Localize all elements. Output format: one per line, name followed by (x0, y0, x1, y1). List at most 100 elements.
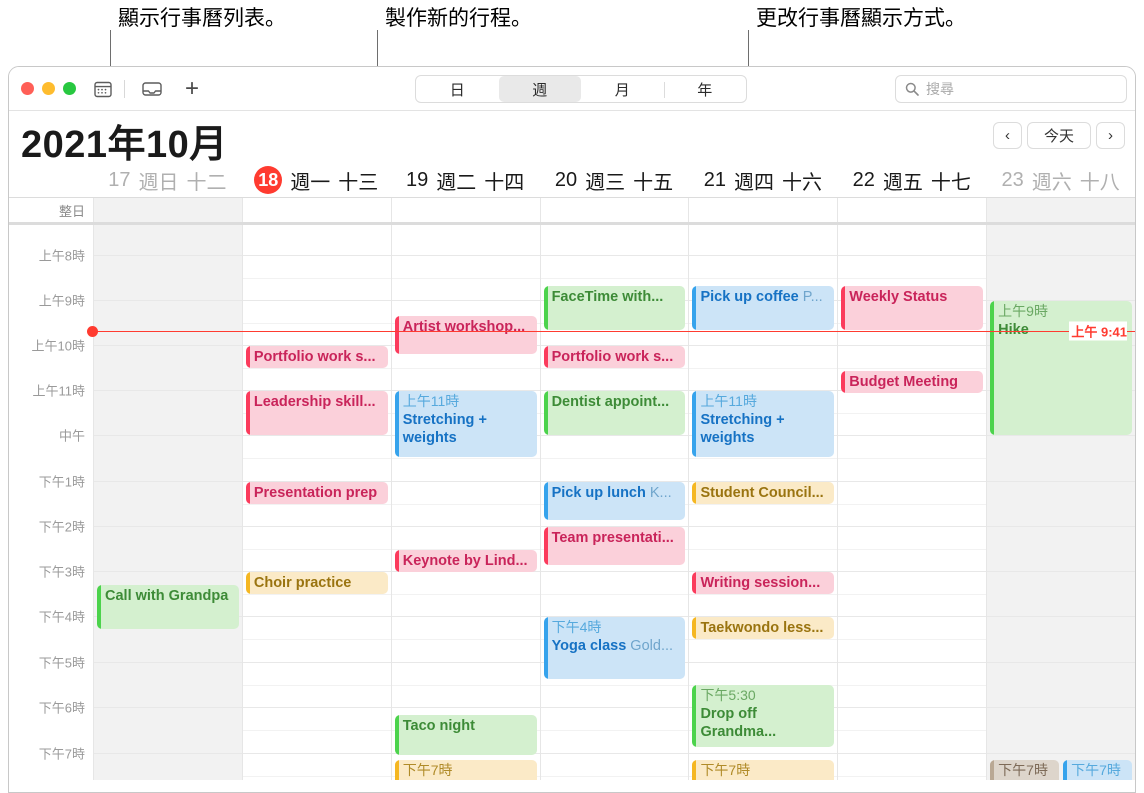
calendar-event[interactable]: 下午5:30 Drop off Grandma... (692, 685, 835, 747)
search-input[interactable] (926, 81, 1106, 97)
half-hour-gridline (987, 638, 1135, 640)
month-header: 2021年10月 ‹ 今天 › (9, 111, 1135, 166)
day-header-23[interactable]: 23 週六 十八 (986, 163, 1135, 197)
calendar-event[interactable]: Call with Grandpa (97, 585, 239, 629)
all-day-cell-21[interactable] (688, 198, 838, 222)
day-number: 22 (852, 168, 875, 191)
event-title: Dentist appoint... (551, 394, 670, 410)
tab-year[interactable]: 年 (663, 76, 747, 102)
day-column-23[interactable]: 上午9時 Hike 下午7時 下午7時 (986, 225, 1135, 780)
event-color-bar (692, 572, 697, 594)
calendar-event[interactable]: Writing session... (692, 572, 835, 594)
today-button[interactable]: 今天 (1026, 122, 1091, 149)
calendar-event[interactable]: FaceTime with... (543, 286, 686, 330)
hour-gridline (242, 526, 391, 527)
calendar-event[interactable]: Team presentati... (543, 527, 686, 565)
calendar-event[interactable]: Artist workshop... (394, 316, 537, 354)
hour-label: 下午7時 (38, 746, 85, 762)
half-hour-gridline (94, 322, 242, 324)
day-header-17[interactable]: 17 週日 十二 (93, 163, 242, 197)
view-segmented-control[interactable]: 日 週 月 年 (415, 75, 747, 103)
day-column-18[interactable]: Portfolio work s... Leadership skill... Pr… (241, 225, 391, 780)
day-column-19[interactable]: Artist workshop... 上午11時 Stretching + weigh… (390, 225, 540, 780)
event-color-bar (543, 391, 548, 435)
day-column-20[interactable]: FaceTime with... Portfolio work s... Denti… (539, 225, 689, 780)
calendar-event[interactable]: Choir practice (245, 572, 388, 594)
calendar-event[interactable]: Pick up lunch K... (543, 482, 686, 520)
calendar-event[interactable]: Budget Meeting (841, 371, 984, 393)
tab-week[interactable]: 週 (498, 76, 581, 102)
next-week-button[interactable]: › (1096, 122, 1125, 149)
calendar-event[interactable]: 下午7時 (394, 760, 537, 780)
day-weekday: 週六 (1031, 171, 1072, 194)
calendar-event[interactable]: Weekly Status (841, 286, 984, 330)
all-day-cell-20[interactable] (539, 198, 689, 222)
day-header-19[interactable]: 19 週二 十四 (391, 163, 540, 197)
day-header-18[interactable]: 18 週一 十三 (242, 163, 391, 197)
hour-label: 下午2時 (38, 519, 85, 535)
day-weekday: 週四 (733, 171, 774, 194)
calendar-event[interactable]: 下午7時 (1063, 760, 1133, 780)
hour-gridline (94, 753, 242, 754)
calendar-event[interactable]: Taekwondo less... (692, 617, 835, 639)
tab-month[interactable]: 月 (581, 76, 664, 102)
calendar-event[interactable]: 下午7時 (990, 760, 1060, 780)
event-color-bar (245, 482, 250, 504)
day-header-21[interactable]: 21 週四 十六 (688, 163, 837, 197)
calendar-icon[interactable] (92, 78, 114, 100)
day-lunar: 十四 (484, 171, 525, 194)
half-hour-gridline (838, 684, 987, 686)
calendar-event[interactable]: 上午11時 Stretching + weights (692, 391, 835, 457)
toolbar-divider (124, 79, 125, 98)
hour-gridline (242, 255, 391, 256)
day-column-21[interactable]: Pick up coffee P... 上午11時 Stretching + weig… (688, 225, 838, 780)
tab-day[interactable]: 日 (416, 76, 499, 102)
event-title: Taco night (402, 718, 475, 734)
calendar-event[interactable]: Pick up coffee P... (692, 286, 835, 330)
all-day-cell-23[interactable] (986, 198, 1135, 222)
maximize-button[interactable] (63, 82, 76, 95)
minimize-button[interactable] (42, 82, 55, 95)
hour-gridline (540, 255, 689, 256)
day-header-20[interactable]: 20 週三 十五 (540, 163, 689, 197)
search-field[interactable] (895, 75, 1127, 103)
toolbar: + 日 週 月 年 (9, 67, 1135, 111)
half-hour-gridline (987, 593, 1135, 595)
new-event-button[interactable]: + (185, 76, 199, 101)
day-column-17[interactable]: Call with Grandpa (93, 225, 242, 780)
half-hour-gridline (94, 548, 242, 550)
day-column-22[interactable]: Weekly Status Budget Meeting (837, 225, 987, 780)
calendar-event[interactable]: Taco night (394, 715, 537, 755)
all-day-cell-18[interactable] (241, 198, 391, 222)
all-day-cell-22[interactable] (837, 198, 987, 222)
calendar-event[interactable]: Portfolio work s... (543, 346, 686, 368)
inbox-icon[interactable] (141, 78, 163, 100)
hour-gridline (689, 255, 838, 256)
calendar-event[interactable]: Dentist appoint... (543, 391, 686, 435)
calendar-event[interactable]: Keynote by Lind... (394, 550, 537, 572)
all-day-cell-19[interactable] (390, 198, 540, 222)
day-header-22[interactable]: 22 週五 十七 (837, 163, 986, 197)
half-hour-gridline (987, 548, 1135, 550)
hour-gridline (242, 616, 391, 617)
calendar-event[interactable]: Student Council... (692, 482, 835, 504)
calendar-event[interactable]: Portfolio work s... (245, 346, 388, 368)
all-day-cell-17[interactable] (93, 198, 242, 222)
half-hour-gridline (987, 729, 1135, 731)
day-weekday: 週一 (290, 171, 331, 194)
calendar-event[interactable]: 下午4時 Yoga class Gold... (543, 617, 686, 679)
event-subtitle: K... (645, 485, 672, 501)
event-title: Team presentati... (551, 530, 674, 546)
calendar-event[interactable]: Leadership skill... (245, 391, 388, 435)
day-weekday: 週三 (585, 171, 626, 194)
half-hour-gridline (242, 548, 391, 550)
previous-week-button[interactable]: ‹ (992, 122, 1022, 149)
day-lunar: 十三 (338, 171, 379, 194)
event-color-bar (990, 301, 995, 435)
week-grid[interactable]: 上午8時 上午9時 上午10時 上午11時 中午 下午1時 下午2時 下午3時 下午4時 下午5時… (9, 225, 1135, 780)
half-hour-gridline (391, 638, 540, 640)
calendar-event[interactable]: 上午11時 Stretching + weights (394, 391, 537, 457)
calendar-event[interactable]: Presentation prep (245, 482, 388, 504)
close-button[interactable] (21, 82, 34, 95)
calendar-event[interactable]: 下午7時 (692, 760, 835, 780)
